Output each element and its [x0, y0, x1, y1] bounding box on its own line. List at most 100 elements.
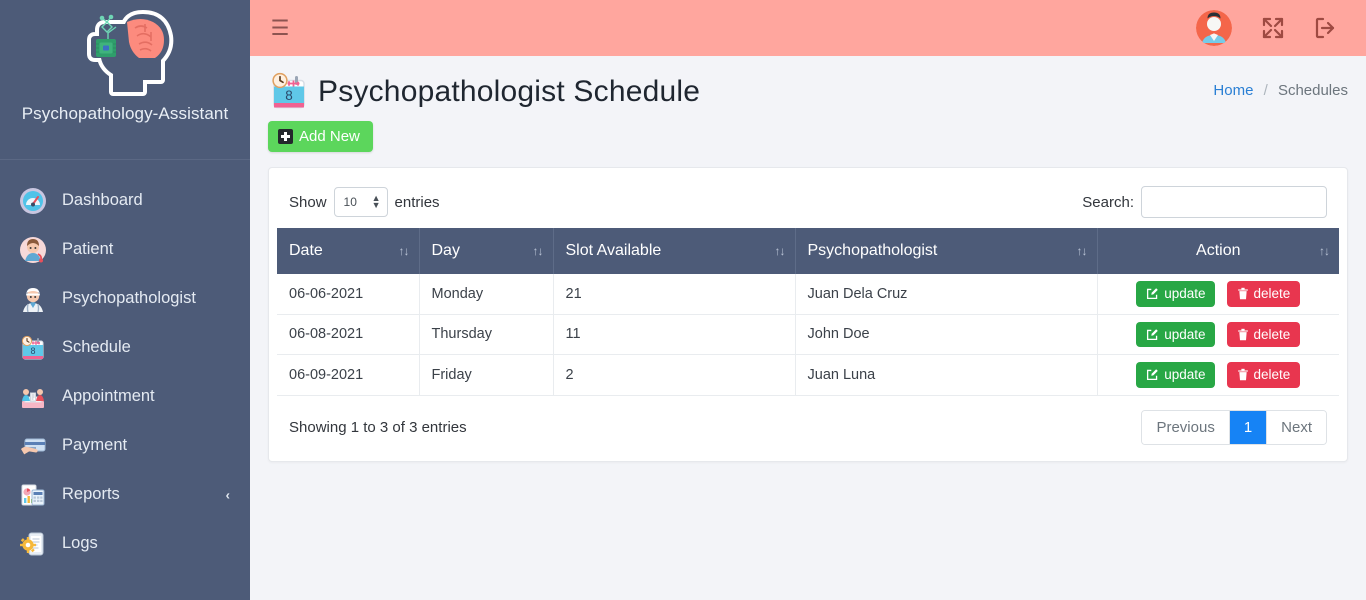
sort-icon[interactable]: ↑↓ [1077, 244, 1088, 258]
doctor-person-icon [18, 284, 48, 314]
cell-slot-available: 2 [553, 354, 796, 396]
breadcrumb-separator: / [1263, 82, 1268, 99]
page-length-select[interactable]: 10 25 50 100 [333, 187, 388, 217]
topbar: ☰ [250, 0, 1366, 56]
reports-chart-icon [18, 480, 48, 510]
sidebar-nav: Dashboard Patient Psychopathologist 8 Sc… [0, 160, 250, 568]
brain-head-chip-logo-icon [65, 8, 185, 100]
table-header-row: Date ↑↓ Day ↑↓ Slot Available ↑↓ Psychop… [277, 228, 1339, 274]
page-title-block: 8 Psychopathologist Schedule Add New [268, 70, 700, 152]
edit-square-icon [1146, 287, 1159, 300]
sidebar-item-label: Reports [62, 485, 120, 504]
title-row: 8 Psychopathologist Schedule [268, 70, 700, 112]
page-title: Psychopathologist Schedule [318, 74, 701, 108]
delete-label: delete [1253, 326, 1291, 342]
sidebar-item-reports[interactable]: Reports ‹ [0, 470, 250, 519]
trash-icon [1237, 368, 1249, 381]
sidebar: Psychopathology-Assistant Dashboard Pati… [0, 0, 250, 600]
sort-icon[interactable]: ↑↓ [399, 244, 410, 258]
sidebar-item-dashboard[interactable]: Dashboard [0, 176, 250, 225]
sidebar-item-payment[interactable]: Payment [0, 421, 250, 470]
table-body: 06-06-2021 Monday 21 Juan Dela Cruz upda… [277, 274, 1339, 396]
datatable-footer: Showing 1 to 3 of 3 entries Previous 1 N… [269, 396, 1347, 461]
table-wrap: Date ↑↓ Day ↑↓ Slot Available ↑↓ Psychop… [269, 228, 1347, 396]
delete-button[interactable]: delete [1226, 321, 1301, 347]
delete-button[interactable]: delete [1226, 281, 1301, 307]
col-header-date[interactable]: Date ↑↓ [277, 228, 420, 274]
calendar-clock-icon: 8 [268, 70, 310, 112]
update-label: update [1164, 367, 1206, 382]
sidebar-item-schedule[interactable]: 8 Schedule [0, 323, 250, 372]
sort-icon[interactable]: ↑↓ [1319, 244, 1330, 258]
search-input[interactable] [1141, 186, 1327, 218]
col-header-label: Psychopathologist [807, 242, 938, 259]
table-row: 06-06-2021 Monday 21 Juan Dela Cruz upda… [277, 274, 1339, 315]
table-row: 06-09-2021 Friday 2 Juan Luna update del… [277, 354, 1339, 396]
cell-action: update delete [1097, 354, 1339, 396]
pagination-page-1[interactable]: 1 [1229, 410, 1268, 444]
breadcrumb-home-link[interactable]: Home [1213, 82, 1253, 99]
patient-person-icon [18, 235, 48, 265]
col-header-label: Action [1196, 242, 1241, 259]
brand-name: Psychopathology-Assistant [21, 104, 229, 123]
breadcrumb: Home / Schedules [1213, 70, 1348, 99]
update-button[interactable]: update [1136, 281, 1216, 307]
update-label: update [1164, 286, 1206, 301]
table-row: 06-08-2021 Thursday 11 John Doe update d… [277, 314, 1339, 355]
sidebar-item-label: Dashboard [62, 191, 143, 210]
trash-icon [1237, 328, 1249, 341]
cell-date: 06-09-2021 [277, 354, 420, 396]
col-header-slot-available[interactable]: Slot Available ↑↓ [553, 228, 796, 274]
delete-label: delete [1253, 367, 1291, 382]
schedules-table: Date ↑↓ Day ↑↓ Slot Available ↑↓ Psychop… [277, 228, 1339, 396]
update-label: update [1164, 326, 1206, 342]
add-new-label: Add New [299, 128, 360, 145]
chevron-left-icon[interactable]: ‹ [226, 487, 230, 502]
sort-icon[interactable]: ↑↓ [775, 244, 786, 258]
main-area: ☰ 8 Psychopathologist Schedule Add New H… [250, 0, 1366, 600]
cell-day: Thursday [419, 314, 554, 355]
cell-action: update delete [1097, 314, 1339, 355]
cell-psychopathologist: John Doe [795, 314, 1098, 355]
cell-date: 06-08-2021 [277, 314, 420, 355]
edit-square-icon [1146, 328, 1159, 341]
user-avatar-icon[interactable] [1196, 10, 1232, 46]
update-button[interactable]: update [1136, 321, 1216, 347]
delete-label: delete [1253, 286, 1291, 301]
update-button[interactable]: update [1136, 362, 1216, 388]
fullscreen-expand-icon[interactable] [1262, 17, 1284, 39]
pagination-previous[interactable]: Previous [1142, 410, 1230, 444]
search-control: Search: [1082, 186, 1327, 218]
sidebar-item-patient[interactable]: Patient [0, 225, 250, 274]
credit-card-hand-icon [18, 431, 48, 461]
sidebar-item-label: Psychopathologist [62, 289, 196, 308]
sidebar-item-logs[interactable]: Logs [0, 519, 250, 568]
plus-square-icon [278, 129, 293, 144]
sidebar-item-appointment[interactable]: Appointment [0, 372, 250, 421]
datatable-toolbar: Show 10 25 50 100 ▲▼ e [269, 168, 1347, 228]
content-area: 8 Psychopathologist Schedule Add New Hom… [250, 56, 1366, 600]
col-header-psychopathologist[interactable]: Psychopathologist ↑↓ [795, 228, 1098, 274]
add-new-button[interactable]: Add New [268, 121, 373, 152]
sort-icon[interactable]: ↑↓ [533, 244, 544, 258]
cell-psychopathologist: Juan Luna [795, 354, 1098, 396]
cell-slot-available: 21 [553, 274, 796, 315]
brand-block[interactable]: Psychopathology-Assistant [0, 0, 250, 160]
sidebar-item-label: Logs [62, 534, 98, 553]
show-label: Show [289, 193, 327, 211]
svg-text:8: 8 [30, 346, 35, 356]
delete-button[interactable]: delete [1226, 362, 1301, 388]
pagination: Previous 1 Next [1141, 409, 1327, 445]
col-header-day[interactable]: Day ↑↓ [419, 228, 554, 274]
sidebar-item-psychopathologist[interactable]: Psychopathologist [0, 274, 250, 323]
page-head: 8 Psychopathologist Schedule Add New Hom… [268, 56, 1348, 152]
logout-icon[interactable] [1314, 17, 1336, 39]
hamburger-icon[interactable]: ☰ [266, 14, 294, 42]
entries-label: entries [394, 193, 440, 211]
cell-day: Monday [419, 274, 554, 315]
svg-text:8: 8 [285, 88, 293, 103]
cell-day: Friday [419, 354, 554, 396]
search-label: Search: [1082, 193, 1134, 211]
pagination-next[interactable]: Next [1267, 410, 1326, 444]
col-header-action[interactable]: Action ↑↓ [1097, 228, 1339, 274]
